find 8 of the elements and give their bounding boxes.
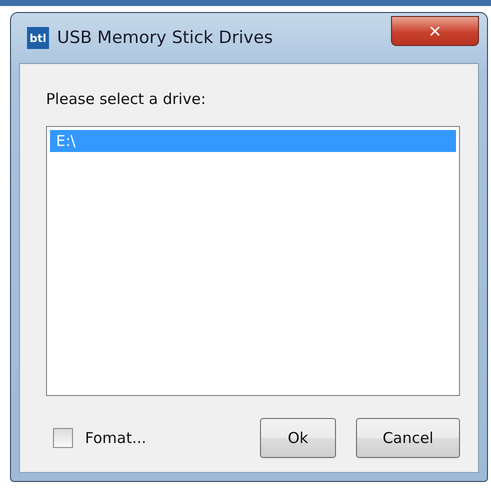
window-title: USB Memory Stick Drives: [57, 28, 274, 48]
format-checkbox[interactable]: [53, 428, 73, 448]
format-label: Fomat...: [85, 429, 146, 447]
prompt-label: Please select a drive:: [46, 90, 207, 108]
app-logo: btl: [27, 27, 49, 49]
cancel-button[interactable]: Cancel: [356, 418, 460, 458]
ok-button[interactable]: Ok: [260, 418, 336, 458]
close-button[interactable]: ✕: [391, 16, 479, 46]
